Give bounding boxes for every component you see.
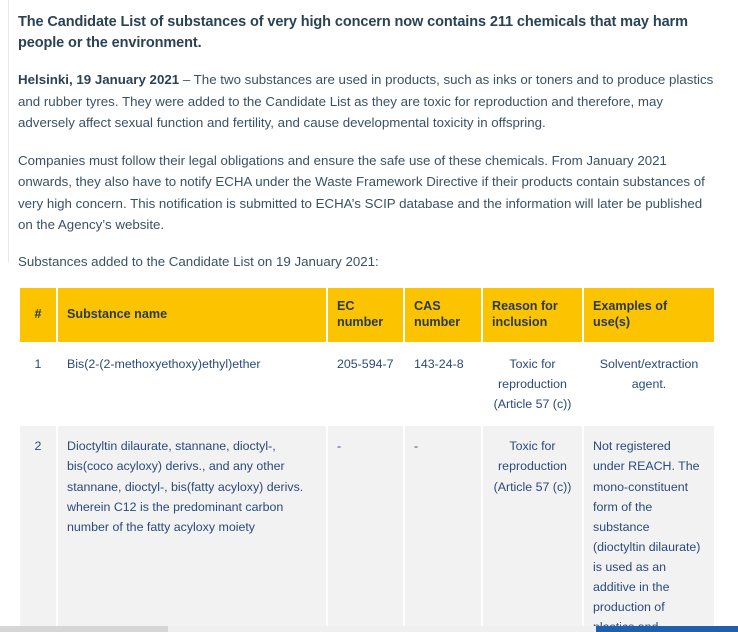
table-intro-text: Substances added to the Candidate List o… — [18, 253, 379, 269]
article-dateline-paragraph: Helsinki, 19 January 2021 – The two subs… — [18, 69, 714, 134]
cell-substance-name: Dioctyltin dilaurate, stannane, dioctyl-… — [58, 426, 326, 626]
left-accent-rule — [8, 0, 9, 262]
page-horizontal-scrollbar[interactable] — [0, 626, 738, 632]
article-dateline: Helsinki, 19 January 2021 — [18, 72, 180, 88]
cell-ec-number: 205-594-7 — [328, 344, 403, 425]
column-header-reason[interactable]: Reason for inclusion — [483, 287, 582, 343]
article-page: The Candidate List of substances of very… — [0, 0, 738, 626]
cell-examples-of-use: Not registered under REACH. The mono-con… — [584, 426, 714, 626]
cell-number: 2 — [20, 426, 56, 626]
article-obligations-paragraph: Companies must follow their legal obliga… — [18, 152, 705, 233]
cell-substance-name: Bis(2-(2-methoxyethoxy)ethyl)ether — [58, 344, 326, 425]
cell-examples-of-use: Solvent/extraction agent. — [584, 344, 714, 425]
cell-reason: Toxic for reproduction (Article 57 (c)) — [483, 344, 582, 425]
column-header-ec-number[interactable]: EC number — [328, 287, 403, 343]
table-row: 2 Dioctyltin dilaurate, stannane, diocty… — [20, 426, 714, 626]
article-lead-paragraph: The Candidate List of substances of very… — [18, 14, 688, 51]
article-content: The Candidate List of substances of very… — [0, 0, 738, 626]
column-header-number[interactable]: # — [20, 287, 56, 343]
table-row: 1 Bis(2-(2-methoxyethoxy)ethyl)ether 205… — [20, 344, 714, 425]
column-header-cas-number[interactable]: CAS number — [405, 287, 481, 343]
scrollbar-thumb[interactable] — [596, 626, 738, 632]
substances-table: # Substance name EC number CAS number Re… — [18, 286, 716, 626]
column-header-examples-of-use[interactable]: Examples of use(s) — [584, 287, 714, 343]
column-header-substance-name[interactable]: Substance name — [58, 287, 326, 343]
table-header-row: # Substance name EC number CAS number Re… — [20, 287, 714, 343]
cell-reason: Toxic for reproduction (Article 57 (c)) — [483, 426, 582, 626]
cell-ec-number: - — [328, 426, 403, 626]
cell-cas-number: 143-24-8 — [405, 344, 481, 425]
scrollbar-track[interactable] — [0, 626, 168, 632]
cell-number: 1 — [20, 344, 56, 425]
cell-cas-number: - — [405, 426, 481, 626]
